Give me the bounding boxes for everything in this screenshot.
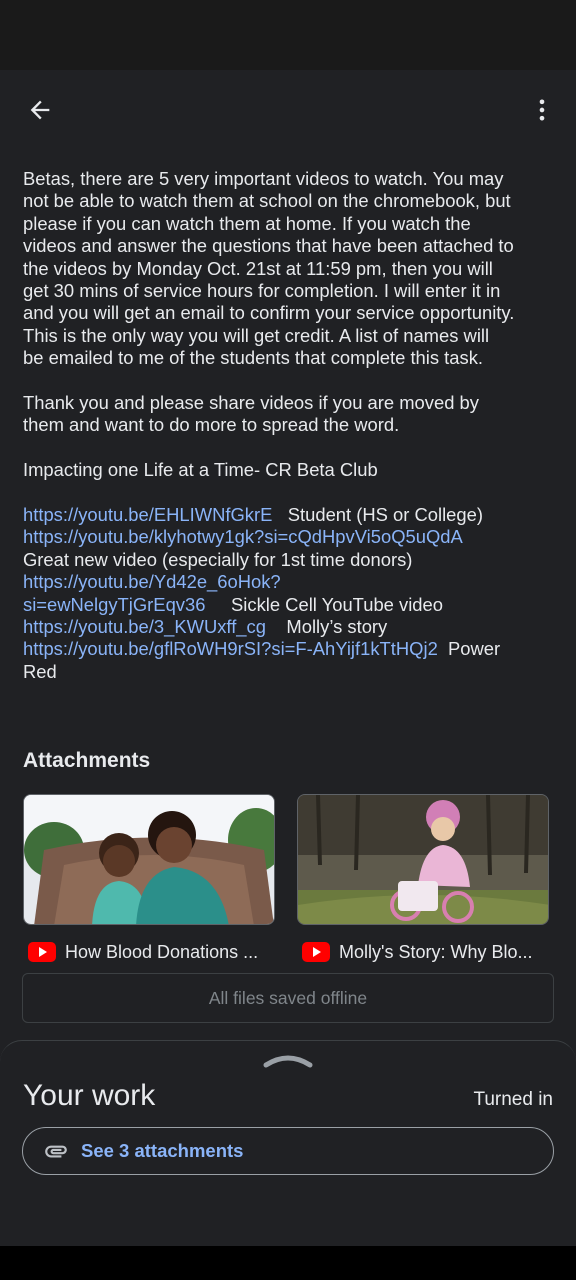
chevron-up-icon xyxy=(263,1055,313,1068)
video-link-3-part1[interactable]: https://youtu.be/Yd42e_6oHok? xyxy=(23,571,281,592)
description-paragraph-1: Betas, there are 5 very important videos… xyxy=(23,168,515,369)
attachment-thumbnail-2[interactable] xyxy=(297,794,549,925)
attachment-label-1[interactable]: How Blood Donations ... xyxy=(28,939,278,965)
attachments-heading: Attachments xyxy=(23,749,151,772)
attachment-card-2[interactable]: Molly's Story: Why Blo... xyxy=(297,794,549,962)
back-button[interactable] xyxy=(20,90,60,130)
status-bar xyxy=(0,0,576,70)
your-work-title: Your work xyxy=(23,1079,156,1112)
video-link-3-part2[interactable]: si=ewNelgyTjGrEqv36 xyxy=(23,594,205,615)
video-link-4-desc: Molly’s story xyxy=(286,616,388,638)
attachment-card-1[interactable]: How Blood Donations ... xyxy=(23,794,275,962)
video-link-3-desc: Sickle Cell YouTube video xyxy=(231,593,443,615)
video-links: https://youtu.be/EHLIWNfGkrE Student (HS… xyxy=(23,504,558,683)
more-options-button[interactable] xyxy=(522,90,562,130)
description-paragraph-3: Impacting one Life at a Time- CR Beta Cl… xyxy=(23,459,378,481)
youtube-icon xyxy=(302,942,330,962)
sheet-drag-handle[interactable] xyxy=(263,1053,313,1069)
top-app-bar xyxy=(0,70,576,150)
attachment-thumbnail-1[interactable] xyxy=(23,794,275,925)
video-link-2[interactable]: https://youtu.be/klyhotwy1gk?si=cQdHpvVi… xyxy=(23,526,463,547)
system-navigation-bar xyxy=(0,1246,576,1280)
video-link-5-desc-a: Power xyxy=(448,638,501,660)
offline-status-bar: All files saved offline xyxy=(22,973,554,1023)
arrow-back-icon xyxy=(30,100,50,120)
video-thumbnail-image xyxy=(24,795,274,924)
attachment-clip-icon xyxy=(45,1145,67,1158)
more-vert-icon xyxy=(539,99,545,121)
video-link-5[interactable]: https://youtu.be/gflRoWH9rSI?si=F-AhYijf… xyxy=(23,638,438,659)
assignment-detail-screen: Betas, there are 5 very important videos… xyxy=(0,70,576,1246)
video-link-1-desc: Student (HS or College) xyxy=(287,504,483,526)
assignment-description: Betas, there are 5 very important videos… xyxy=(23,168,558,683)
submission-status: Turned in xyxy=(473,1089,553,1110)
video-thumbnail-image xyxy=(298,795,548,924)
description-paragraph-2: Thank you and please share videos if you… xyxy=(23,392,479,436)
see-attachments-button[interactable]: See 3 attachments xyxy=(22,1127,554,1175)
youtube-icon xyxy=(28,942,56,962)
see-attachments-label: See 3 attachments xyxy=(81,1140,244,1161)
video-link-2-desc: Great new video (especially for 1st time… xyxy=(23,548,413,570)
your-work-sheet: Your work Turned in See 3 attachments xyxy=(0,1040,576,1246)
video-link-5-desc-b: Red xyxy=(23,660,57,682)
attachment-label-2[interactable]: Molly's Story: Why Blo... xyxy=(302,939,552,965)
video-link-1[interactable]: https://youtu.be/EHLIWNfGkrE xyxy=(23,504,272,525)
video-link-4[interactable]: https://youtu.be/3_KWUxff_cg xyxy=(23,616,266,637)
